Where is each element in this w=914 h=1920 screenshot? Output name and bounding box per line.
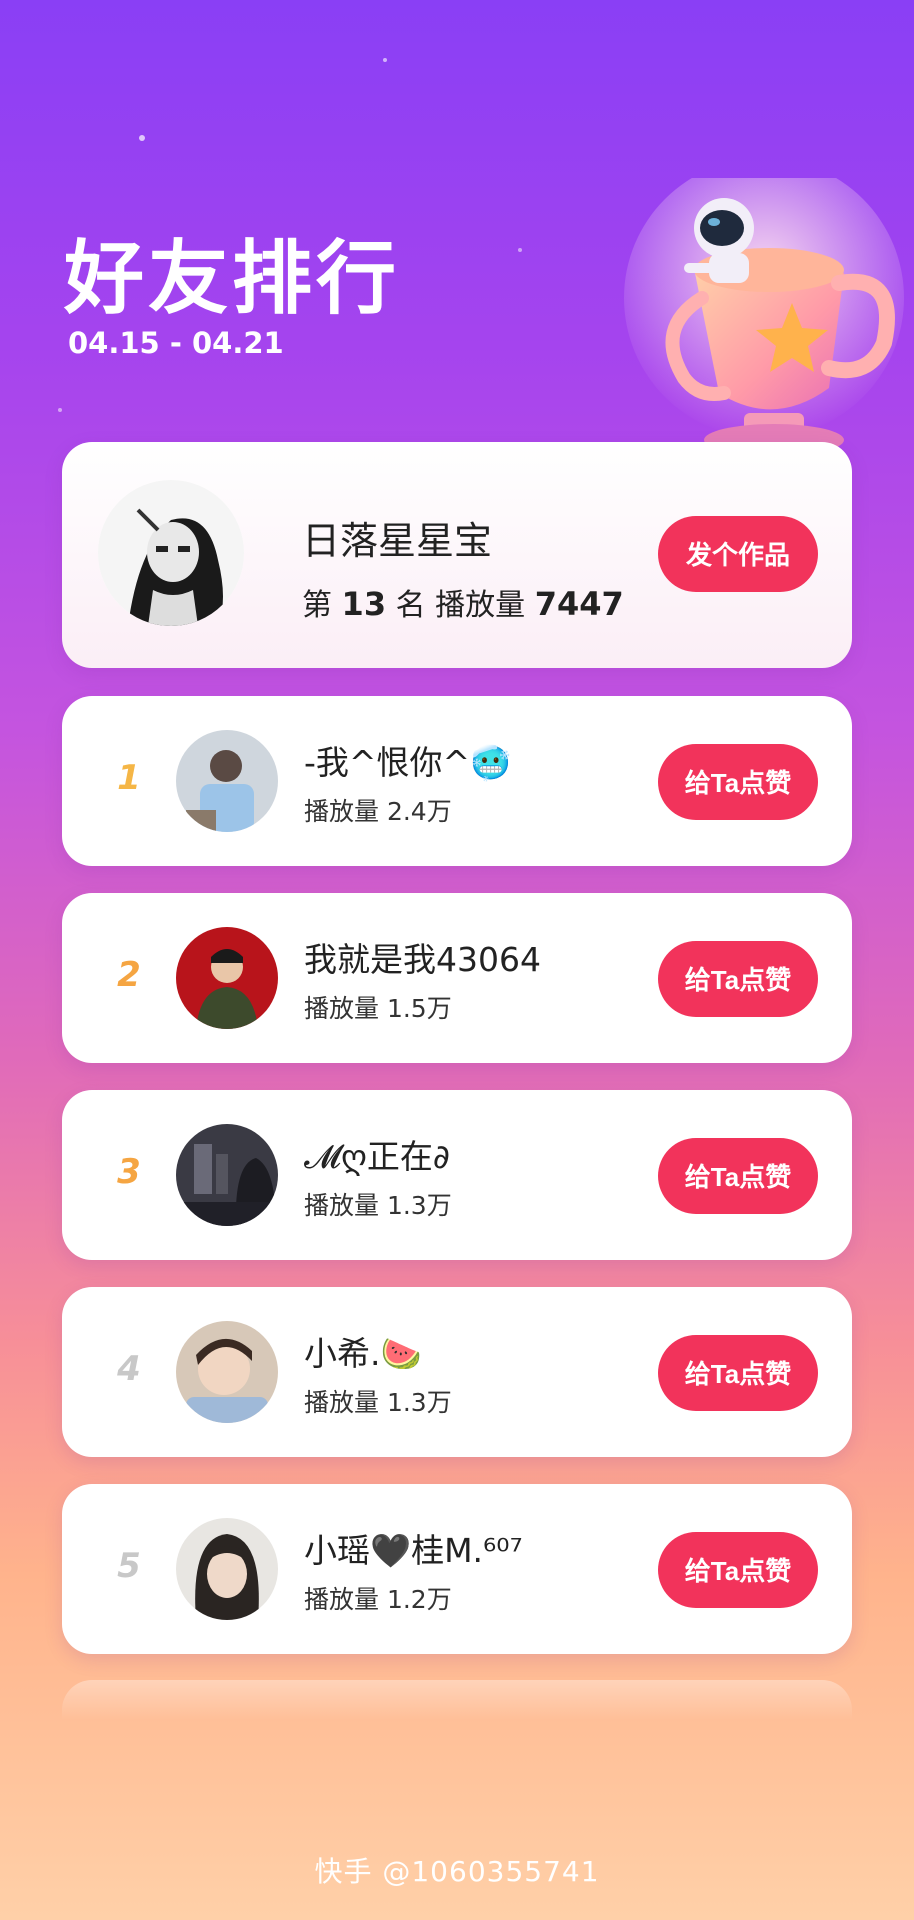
ranking-card: 3 𝓜ღ正在∂ 播放量 1.3万 给Ta点赞: [62, 1090, 852, 1260]
my-rank-card: 日落星星宝 第 13 名 播放量 7447 发个作品: [62, 442, 852, 668]
like-button[interactable]: 给Ta点赞: [658, 1532, 818, 1608]
friend-name: -我^恨你^🥶: [304, 743, 512, 782]
my-stats: 第 13 名 播放量 7447: [302, 580, 624, 624]
friend-name: 小瑶🖤桂M.⁶⁰⁷: [304, 1531, 523, 1570]
watermark: 快手 @1060355741: [314, 1855, 600, 1888]
ranking-card: 4 小希.🍉 播放量 1.3万 给Ta点赞: [62, 1287, 852, 1457]
like-button[interactable]: 给Ta点赞: [658, 1335, 818, 1411]
rank-number: 4: [117, 1349, 141, 1389]
my-rank-number: 13: [341, 585, 387, 623]
friend-play-count: 播放量 1.5万: [304, 994, 452, 1023]
date-range: 04.15 - 04.21: [68, 326, 284, 360]
my-play-count: 7447: [534, 585, 624, 623]
avatar[interactable]: [176, 730, 278, 832]
avatar[interactable]: [176, 1518, 278, 1620]
ranking-card: 5 小瑶🖤桂M.⁶⁰⁷ 播放量 1.2万 给Ta点赞: [62, 1484, 852, 1654]
friend-play-count: 播放量 1.2万: [304, 1585, 452, 1614]
my-username: 日落星星宝: [302, 519, 493, 563]
rank-number: 1: [117, 758, 141, 798]
friend-play-count: 播放量 1.3万: [304, 1191, 452, 1220]
rank-number: 5: [117, 1546, 141, 1586]
ranking-card: 2 我就是我43064 播放量 1.5万 给Ta点赞: [62, 893, 852, 1063]
rank-prefix: 第: [302, 588, 332, 623]
friend-name: 𝓜ღ正在∂: [304, 1137, 450, 1176]
like-button[interactable]: 给Ta点赞: [658, 744, 818, 820]
friend-play-count: 播放量 2.4万: [304, 797, 452, 826]
like-button[interactable]: 给Ta点赞: [658, 941, 818, 1017]
post-work-button[interactable]: 发个作品: [658, 516, 818, 592]
rank-number: 3: [117, 1152, 141, 1192]
friend-name: 小希.🍉: [304, 1334, 422, 1373]
trophy-astronaut-illustration: [624, 178, 904, 456]
rank-suffix: 名: [395, 588, 426, 623]
avatar[interactable]: [176, 927, 278, 1029]
next-card-fade: [62, 1680, 852, 1720]
like-button[interactable]: 给Ta点赞: [658, 1138, 818, 1214]
friend-play-count: 播放量 1.3万: [304, 1388, 452, 1417]
plays-label: 播放量: [435, 588, 526, 623]
page-title: 好友排行: [64, 232, 400, 325]
ranking-card: 1 -我^恨你^🥶 播放量 2.4万 给Ta点赞: [62, 696, 852, 866]
avatar[interactable]: [176, 1321, 278, 1423]
avatar[interactable]: [176, 1124, 278, 1226]
friend-name: 我就是我43064: [304, 940, 541, 979]
rank-number: 2: [117, 955, 141, 995]
my-avatar: [98, 480, 244, 626]
